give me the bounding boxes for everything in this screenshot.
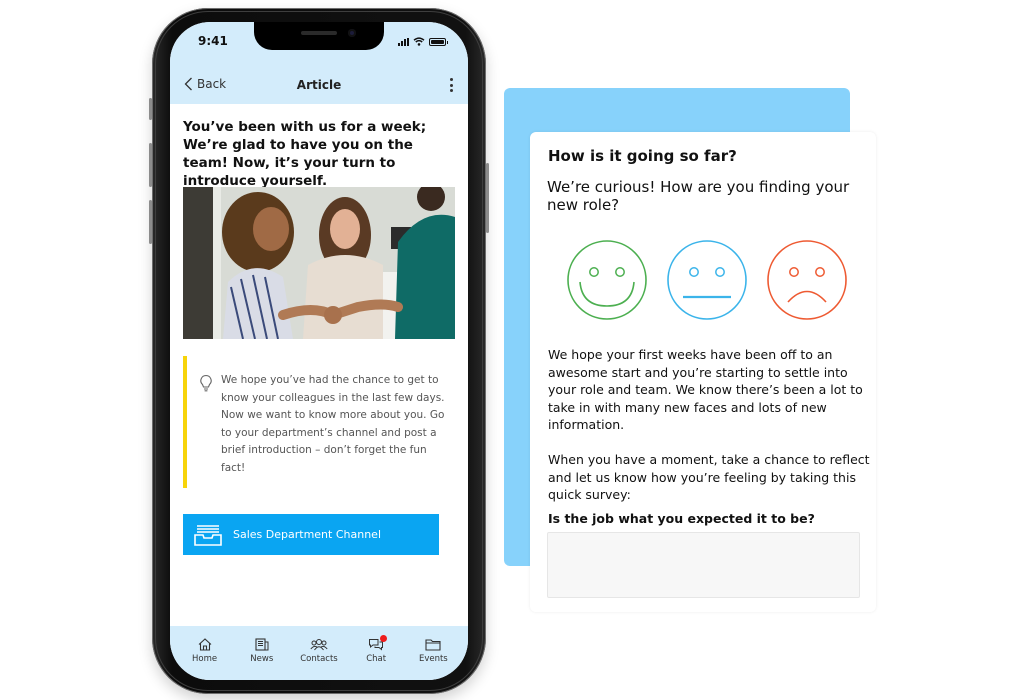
tab-events[interactable]: Events xyxy=(405,638,461,664)
tab-events-label: Events xyxy=(418,654,448,664)
tip-text: We hope you’ve had the chance to get to … xyxy=(221,374,445,474)
neutral-face-icon[interactable] xyxy=(666,239,748,321)
survey-paragraph: When you have a moment, take a chance to… xyxy=(548,452,870,502)
tip-callout: We hope you’ve had the chance to get to … xyxy=(183,356,455,488)
bottom-tab-bar: Home News Contacts Chat Events xyxy=(170,626,468,680)
article-photo xyxy=(183,187,455,339)
more-options-button[interactable] xyxy=(446,77,456,93)
lightbulb-icon xyxy=(200,374,212,392)
page-title: Article xyxy=(296,78,342,92)
question-answer-input[interactable] xyxy=(547,532,860,598)
survey-title: How is it going so far? xyxy=(548,147,737,165)
wifi-icon xyxy=(413,37,425,46)
survey-subtitle: We’re curious! How are you finding your … xyxy=(547,178,850,214)
sales-channel-button[interactable]: Sales Department Channel xyxy=(183,514,439,555)
status-time: 9:41 xyxy=(198,34,228,48)
tab-contacts[interactable]: Contacts xyxy=(291,638,347,664)
tab-home[interactable]: Home xyxy=(177,638,233,664)
signal-icon xyxy=(398,37,409,46)
status-icons xyxy=(398,37,448,46)
inbox-tray-icon xyxy=(194,524,222,546)
photo-illustration xyxy=(183,187,455,339)
chat-notification-badge xyxy=(380,635,388,642)
more-vertical-icon xyxy=(449,78,453,81)
phone-power-button xyxy=(486,163,489,233)
article-headline: You’ve been with us for a week; We’re gl… xyxy=(183,119,427,189)
front-camera xyxy=(348,29,356,37)
tab-chat[interactable]: Chat xyxy=(348,635,404,664)
home-icon xyxy=(198,638,211,651)
phone-volume-up xyxy=(149,143,152,187)
tab-news[interactable]: News xyxy=(234,638,290,664)
phone-screen: 9:41 Back Article You’ve been with us fo… xyxy=(170,22,468,680)
tip-accent-bar xyxy=(183,356,187,488)
tab-contacts-label: Contacts xyxy=(300,654,338,664)
phone-silent-switch xyxy=(149,98,152,120)
speaker-grille xyxy=(301,31,337,35)
battery-icon xyxy=(429,37,448,46)
survey-body: We hope your first weeks have been off t… xyxy=(548,346,870,504)
phone-notch xyxy=(254,22,384,50)
sad-face-icon[interactable] xyxy=(766,239,848,321)
contacts-icon xyxy=(310,639,328,651)
phone-mockup: 9:41 Back Article You’ve been with us fo… xyxy=(149,8,489,694)
happy-face-icon[interactable] xyxy=(566,239,648,321)
tab-chat-label: Chat xyxy=(366,654,387,664)
survey-card: How is it going so far? We’re curious! H… xyxy=(530,132,876,612)
survey-paragraph: We hope your first weeks have been off t… xyxy=(548,347,863,432)
mood-options xyxy=(566,239,848,321)
phone-volume-down xyxy=(149,200,152,244)
folder-icon xyxy=(425,639,441,651)
tab-news-label: News xyxy=(250,654,274,664)
question-label: Is the job what you expected it to be? xyxy=(548,511,815,526)
news-icon xyxy=(255,638,269,651)
sales-channel-label: Sales Department Channel xyxy=(233,528,381,541)
tab-home-label: Home xyxy=(192,654,218,664)
